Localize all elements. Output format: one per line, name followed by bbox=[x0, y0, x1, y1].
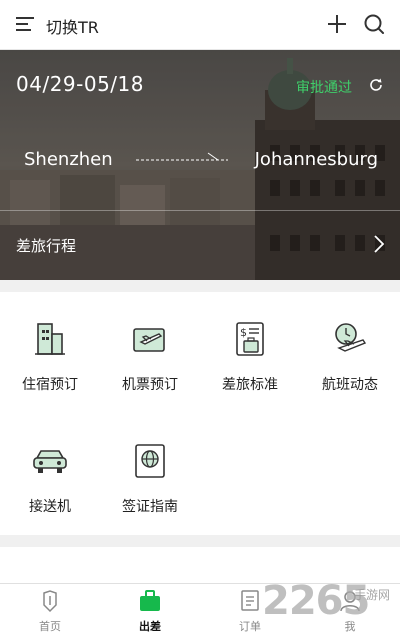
search-icon[interactable] bbox=[362, 12, 386, 36]
car-icon bbox=[33, 450, 67, 473]
flight-status-icon bbox=[335, 323, 367, 352]
tab-label: 订单 bbox=[239, 620, 261, 633]
watermark-text: 手游网 bbox=[354, 588, 391, 602]
service-label: 住宿预订 bbox=[22, 377, 78, 393]
origin-city: Shenzhen bbox=[24, 149, 113, 170]
divider bbox=[0, 210, 400, 211]
briefcase-icon bbox=[140, 590, 160, 611]
service-label: 签证指南 bbox=[122, 499, 178, 515]
trip-card[interactable]: 04/29-05/18 审批通过 Shenzhen Johannesburg 差… bbox=[0, 50, 400, 280]
service-grid: 住宿预订 机票预订 $ 差旅标准 航班动态 接送机 签证指南 bbox=[0, 292, 400, 535]
service-visa-guide[interactable]: 签证指南 bbox=[100, 414, 200, 524]
service-car-transfer[interactable]: 接送机 bbox=[0, 414, 100, 524]
plus-icon[interactable] bbox=[326, 13, 348, 35]
service-label: 接送机 bbox=[29, 499, 71, 515]
shield-home-icon bbox=[43, 590, 57, 613]
destination-city: Johannesburg bbox=[254, 149, 378, 170]
hotel-building-icon bbox=[35, 323, 65, 355]
svg-text:$: $ bbox=[240, 326, 247, 339]
service-label: 机票预订 bbox=[122, 377, 178, 393]
service-travel-policy[interactable]: $ 差旅标准 bbox=[200, 292, 300, 402]
chevron-right-icon[interactable] bbox=[372, 233, 386, 255]
switch-tr-title[interactable]: 切换TR bbox=[46, 14, 99, 38]
approval-status: 审批通过 bbox=[296, 80, 352, 96]
refresh-icon[interactable] bbox=[368, 77, 384, 93]
tab-label: 出差 bbox=[139, 620, 161, 633]
trip-dates: 04/29-05/18 bbox=[16, 72, 144, 96]
service-flight-booking[interactable]: 机票预订 bbox=[100, 292, 200, 402]
flight-ticket-icon bbox=[133, 328, 165, 352]
tab-business-trip[interactable]: 出差 bbox=[100, 584, 200, 635]
watermark: 2265 手游网 bbox=[262, 578, 400, 628]
service-label: 航班动态 bbox=[322, 377, 378, 393]
itinerary-link[interactable]: 差旅行程 bbox=[16, 235, 76, 256]
route-arrow-icon bbox=[136, 152, 228, 161]
service-label: 差旅标准 bbox=[222, 377, 278, 393]
tab-home[interactable]: 首页 bbox=[0, 584, 100, 635]
order-list-icon bbox=[241, 590, 259, 611]
service-flight-status[interactable]: 航班动态 bbox=[300, 292, 400, 402]
travel-policy-icon: $ bbox=[236, 322, 264, 356]
passport-globe-icon bbox=[135, 444, 165, 478]
service-hotel[interactable]: 住宿预订 bbox=[0, 292, 100, 402]
menu-icon[interactable] bbox=[16, 15, 36, 33]
top-bar: 切换TR bbox=[0, 0, 400, 50]
tab-label: 首页 bbox=[39, 620, 61, 633]
